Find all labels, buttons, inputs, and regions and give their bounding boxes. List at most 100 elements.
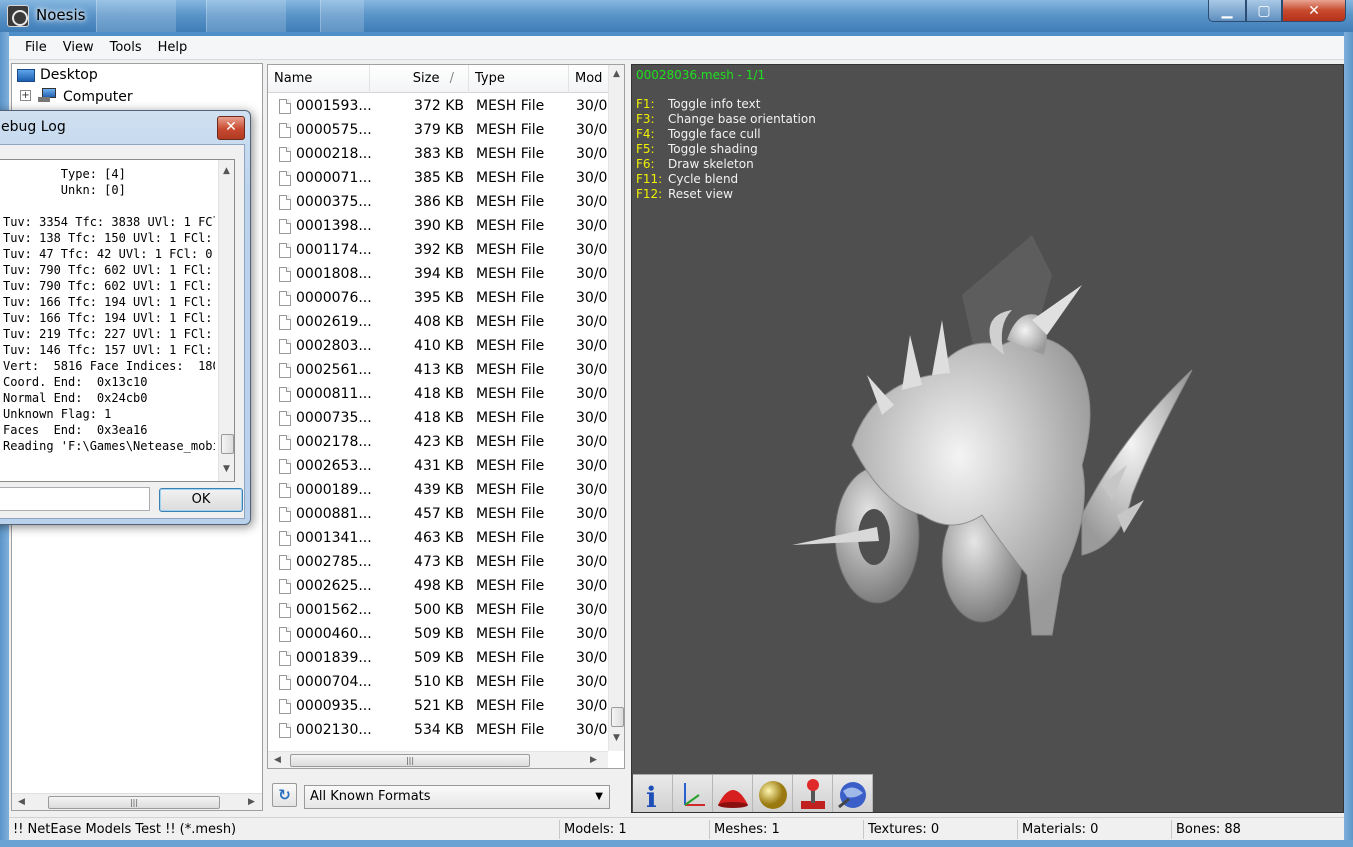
minimize-button[interactable]: ▁	[1208, 0, 1246, 22]
tree-expand-toggle[interactable]: +	[20, 90, 31, 101]
menu-help[interactable]: Help	[150, 38, 196, 58]
file-row[interactable]: 0001593... 372 KB MESH File 30/0	[268, 94, 608, 118]
log-line: Faces End: 0x3ea16	[3, 423, 148, 437]
scroll-thumb[interactable]	[611, 707, 624, 727]
file-modified: 30/0	[576, 338, 608, 354]
scroll-up-icon[interactable]: ▲	[223, 166, 230, 176]
file-row[interactable]: 0002803... 410 KB MESH File 30/0	[268, 334, 608, 358]
file-icon	[279, 99, 291, 114]
info-button[interactable]: i	[633, 775, 673, 812]
scroll-left-icon[interactable]: ◀	[274, 755, 281, 765]
file-icon	[279, 723, 291, 738]
file-modified: 30/0	[576, 146, 608, 162]
file-size: 500 KB	[414, 602, 464, 618]
column-modified[interactable]: Mod	[569, 65, 608, 93]
viewport-toolbar: i	[633, 774, 873, 812]
file-row[interactable]: 0000189... 439 KB MESH File 30/0	[268, 478, 608, 502]
file-row[interactable]: 0002625... 498 KB MESH File 30/0	[268, 574, 608, 598]
scroll-left-icon[interactable]: ◀	[18, 797, 25, 807]
file-row[interactable]: 0002178... 423 KB MESH File 30/0	[268, 430, 608, 454]
file-row[interactable]: 0000071... 385 KB MESH File 30/0	[268, 166, 608, 190]
file-row[interactable]: 0001808... 394 KB MESH File 30/0	[268, 262, 608, 286]
file-icon	[279, 579, 291, 594]
file-name: 0001562...	[296, 602, 372, 618]
file-row[interactable]: 0000704... 510 KB MESH File 30/0	[268, 670, 608, 694]
file-row[interactable]: 0002130... 534 KB MESH File 30/0	[268, 718, 608, 742]
file-row[interactable]: 0000218... 383 KB MESH File 30/0	[268, 142, 608, 166]
status-models: Models: 1	[559, 820, 709, 839]
scroll-down-icon[interactable]: ▼	[223, 464, 230, 474]
column-type[interactable]: Type	[469, 65, 569, 93]
maximize-icon: ▢	[1257, 2, 1271, 19]
file-row[interactable]: 0000881... 457 KB MESH File 30/0	[268, 502, 608, 526]
format-filter-select[interactable]: All Known Formats ▼	[304, 785, 610, 809]
refresh-button[interactable]: ↻	[272, 783, 297, 807]
ok-button[interactable]: OK	[159, 488, 243, 512]
file-row[interactable]: 0001839... 509 KB MESH File 30/0	[268, 646, 608, 670]
file-row[interactable]: 0002785... 473 KB MESH File 30/0	[268, 550, 608, 574]
column-size[interactable]: Size /	[370, 65, 469, 93]
file-type: MESH File	[476, 554, 545, 570]
file-list[interactable]: Name Size / Type Mod 0001593... 372 KB MES…	[267, 64, 625, 769]
scroll-thumb[interactable]	[221, 434, 234, 454]
file-type: MESH File	[476, 482, 545, 498]
scroll-thumb[interactable]: |||	[48, 796, 220, 809]
scroll-up-icon[interactable]: ▲	[613, 69, 620, 79]
scroll-right-icon[interactable]: ▶	[248, 797, 255, 807]
menu-file[interactable]: File	[17, 38, 55, 58]
shading-button[interactable]	[753, 775, 793, 812]
log-vertical-scrollbar[interactable]: ▲ ▼	[218, 160, 234, 481]
file-icon	[279, 483, 291, 498]
tree-item-computer[interactable]: Computer	[63, 89, 133, 105]
dialog-close-button[interactable]: ✕	[217, 116, 245, 140]
file-row[interactable]: 0001398... 390 KB MESH File 30/0	[268, 214, 608, 238]
close-icon: ✕	[1308, 2, 1320, 19]
menu-view[interactable]: View	[55, 38, 102, 58]
file-row[interactable]: 0000935... 521 KB MESH File 30/0	[268, 694, 608, 718]
file-row[interactable]: 0002653... 431 KB MESH File 30/0	[268, 454, 608, 478]
scroll-right-icon[interactable]: ▶	[590, 755, 597, 765]
scroll-down-icon[interactable]: ▼	[613, 733, 620, 743]
file-icon	[279, 555, 291, 570]
file-modified: 30/0	[576, 650, 608, 666]
file-row[interactable]: 0001174... 392 KB MESH File 30/0	[268, 238, 608, 262]
material-button[interactable]	[713, 775, 753, 812]
tree-horizontal-scrollbar[interactable]: ◀ ||| ▶	[12, 793, 262, 810]
view-button[interactable]	[833, 775, 873, 812]
column-name[interactable]: Name	[268, 65, 370, 93]
scroll-thumb[interactable]: |||	[290, 754, 530, 767]
command-input[interactable]	[0, 487, 150, 511]
file-row[interactable]: 0000076... 395 KB MESH File 30/0	[268, 286, 608, 310]
file-row[interactable]: 0002619... 408 KB MESH File 30/0	[268, 310, 608, 334]
model-viewport[interactable]: 00028036.mesh - 1/1 F1: Toggle info text F…	[631, 64, 1344, 813]
file-row[interactable]: 0001341... 463 KB MESH File 30/0	[268, 526, 608, 550]
file-type: MESH File	[476, 242, 545, 258]
file-icon	[279, 387, 291, 402]
file-type: MESH File	[476, 170, 545, 186]
file-modified: 30/0	[576, 578, 608, 594]
file-row[interactable]: 0000575... 379 KB MESH File 30/0	[268, 118, 608, 142]
log-text-area[interactable]: Type: [4] Unkn: [0] Tuv: 3354 Tfc: 3838 U…	[0, 159, 235, 482]
axes-button[interactable]	[673, 775, 713, 812]
animation-button[interactable]	[793, 775, 833, 812]
file-list-vertical-scrollbar[interactable]: ▲ ▼	[608, 65, 624, 751]
file-row[interactable]: 0000460... 509 KB MESH File 30/0	[268, 622, 608, 646]
close-button[interactable]: ✕	[1282, 0, 1346, 22]
file-row[interactable]: 0000375... 386 KB MESH File 30/0	[268, 190, 608, 214]
file-row[interactable]: 0000735... 418 KB MESH File 30/0	[268, 406, 608, 430]
file-size: 395 KB	[414, 290, 464, 306]
file-row[interactable]: 0000811... 418 KB MESH File 30/0	[268, 382, 608, 406]
file-type: MESH File	[476, 722, 545, 738]
maximize-button[interactable]: ▢	[1246, 0, 1282, 22]
file-row[interactable]: 0002561... 413 KB MESH File 30/0	[268, 358, 608, 382]
tree-item-desktop[interactable]: Desktop	[40, 67, 98, 83]
file-size: 463 KB	[414, 530, 464, 546]
file-list-horizontal-scrollbar[interactable]: ◀ ||| ▶	[268, 751, 608, 768]
menu-tools[interactable]: Tools	[102, 38, 150, 58]
file-row[interactable]: 0001562... 500 KB MESH File 30/0	[268, 598, 608, 622]
chevron-down-icon: ▼	[595, 791, 603, 802]
file-modified: 30/0	[576, 290, 608, 306]
file-icon	[279, 459, 291, 474]
file-type: MESH File	[476, 386, 545, 402]
